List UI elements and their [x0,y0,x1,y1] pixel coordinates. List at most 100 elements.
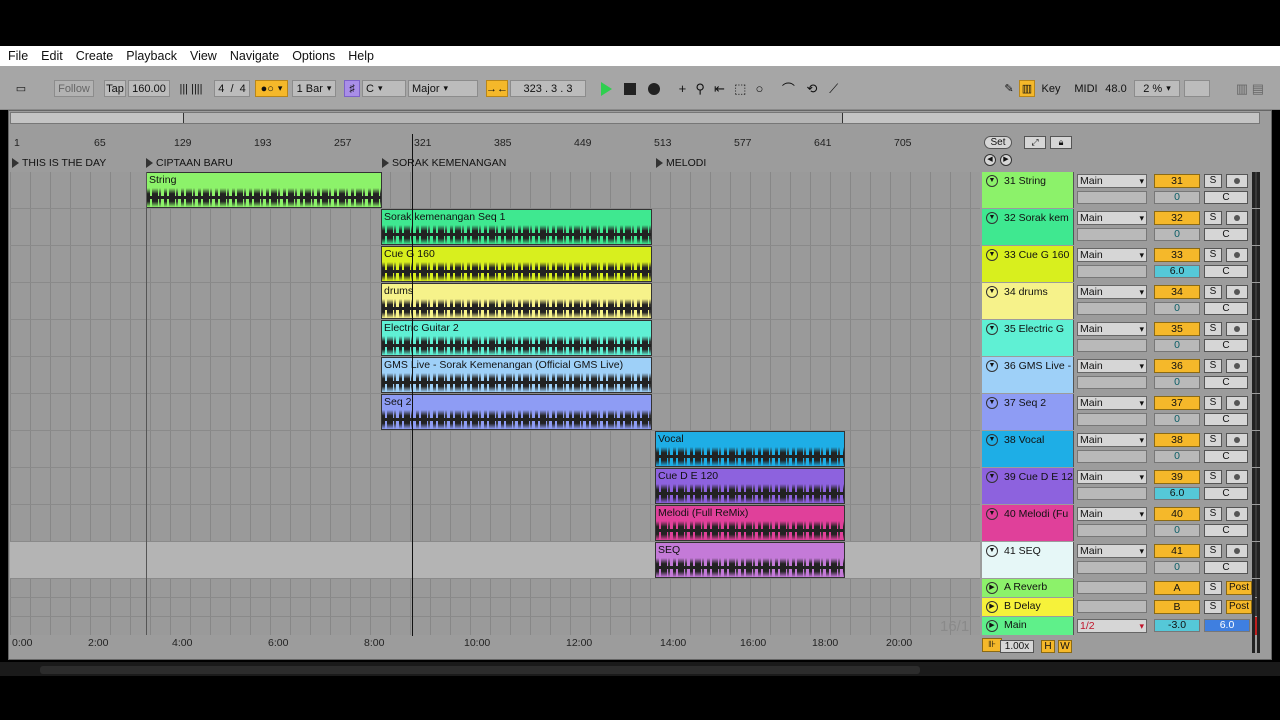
h-button[interactable]: H [1041,640,1055,653]
pan-field[interactable]: C [1204,413,1248,426]
time-ruler[interactable]: 0:00 2:00 4:00 6:00 8:00 10:00 12:00 14:… [10,637,976,651]
volume-field[interactable]: 0 [1154,524,1200,537]
collapse-icon[interactable]: ◀ [984,154,996,166]
track-activator[interactable]: 39 [1154,470,1200,484]
track-activator[interactable]: 36 [1154,359,1200,373]
return-track-b-delay[interactable]: ▶ B Delay B S Post [982,598,1268,634]
output-routing-select[interactable]: Main [1077,544,1147,558]
track-header-35-electric-g[interactable]: ▼ 35 Electric G Main 35 0 S C [982,320,1268,357]
play-icon[interactable]: ▶ [986,620,998,632]
stop-button[interactable] [620,80,640,97]
pan-field[interactable]: C [1204,561,1248,574]
nudge-icon[interactable]: ||| |||| [174,80,208,97]
track-activator[interactable]: 41 [1154,544,1200,558]
track-header-39-cue-d-e-12[interactable]: ▼ 39 Cue D E 12 Main 39 6.0 S C [982,468,1268,505]
clip-gms-live[interactable]: GMS Live - Sorak Kemenangan (Official GM… [381,357,652,393]
arrangement-view[interactable]: String Sorak kemenangan Seq 1 Cue G 160 … [10,172,980,635]
master-pan-field[interactable]: 6.0 [1204,619,1250,632]
clip-seq[interactable]: SEQ [655,542,845,578]
routing-field[interactable] [1077,581,1147,594]
output-routing-select[interactable]: Main [1077,507,1147,521]
output-routing-select[interactable]: Main [1077,285,1147,299]
volume-field[interactable]: 0 [1154,339,1200,352]
playhead[interactable] [412,134,413,636]
menu-help[interactable]: Help [348,49,374,63]
position-field[interactable]: 323 . 3 . 3 [510,80,586,97]
expand-icon[interactable]: ⤢ [1024,136,1046,149]
track-header-40-melodi-fu[interactable]: ▼ 40 Melodi (Fu Main 40 0 S C [982,505,1268,542]
sub-routing-field[interactable] [1077,487,1147,500]
key-select[interactable]: C [362,80,406,97]
play-button[interactable] [596,80,616,97]
track-name-area[interactable]: ▼ 33 Cue G 160 [982,246,1074,282]
master-track[interactable]: ▶ Main 1/2 -3.0 6.0 [982,617,1268,653]
fold-icon[interactable]: ▼ [986,397,998,409]
clip-vocal[interactable]: Vocal [655,431,845,467]
solo-button[interactable]: S [1204,174,1222,188]
sub-routing-field[interactable] [1077,524,1147,537]
track-activator[interactable]: B [1154,600,1200,614]
clip-string[interactable]: String [146,172,382,208]
track-activator[interactable]: A [1154,581,1200,595]
track-name-area[interactable]: ▼ 40 Melodi (Fu [982,505,1074,541]
play-icon[interactable]: ▶ [986,601,998,613]
track-header-36-gms-live[interactable]: ▼ 36 GMS Live - Main 36 0 S C [982,357,1268,394]
track-activator[interactable]: 37 [1154,396,1200,410]
sub-routing-field[interactable] [1077,265,1147,278]
pan-field[interactable]: C [1204,339,1248,352]
play-icon[interactable]: ▶ [986,582,998,594]
track-header-33-cue-g-160[interactable]: ▼ 33 Cue G 160 Main 33 6.0 S C [982,246,1268,283]
layout-icon[interactable]: ▥ ▤ [1230,80,1270,97]
pan-field[interactable]: C [1204,302,1248,315]
beat-ruler[interactable]: 1 65 129 193 257 321 385 449 513 577 641… [10,134,976,150]
fold-icon[interactable]: ▼ [986,545,998,557]
pan-field[interactable]: C [1204,191,1248,204]
solo-button[interactable]: S [1204,544,1222,558]
fold-icon[interactable]: ▼ [986,360,998,372]
fold-icon[interactable]: ▼ [986,471,998,483]
set-button[interactable]: Set [984,136,1012,149]
arm-button[interactable] [1226,174,1248,188]
cpu-meter[interactable]: 2 % [1134,80,1180,97]
arm-button[interactable] [1226,507,1248,521]
draw-icon[interactable]: ⚲ [695,81,705,97]
tap-tempo-button[interactable]: Tap [104,80,126,97]
output-routing-select[interactable]: Main [1077,322,1147,336]
tempo-field[interactable]: 160.00 [128,80,170,97]
w-button[interactable]: W [1058,640,1072,653]
pan-field[interactable]: C [1204,228,1248,241]
capture-icon[interactable]: ⬚ [734,81,746,97]
sub-routing-field[interactable] [1077,376,1147,389]
sub-routing-field[interactable] [1077,191,1147,204]
output-routing-select[interactable]: Main [1077,470,1147,484]
track-name-area[interactable]: ▶ A Reverb [982,579,1074,597]
menu-view[interactable]: View [190,49,217,63]
key-map-button[interactable]: Key [1040,80,1062,97]
clip-drums[interactable]: drums [381,283,652,319]
metronome-button[interactable]: ●○ [255,80,288,97]
track-header-41-seq[interactable]: ▼ 41 SEQ Main 41 0 S C [982,542,1268,579]
arm-button[interactable] [1226,359,1248,373]
track-header-31-string[interactable]: ▼ 31 String Main 31 0 S C [982,172,1268,209]
arm-button[interactable] [1226,433,1248,447]
loop-switch-icon[interactable]: ⟲ [807,81,818,97]
menu-create[interactable]: Create [76,49,114,63]
menu-edit[interactable]: Edit [41,49,63,63]
track-header-34-drums[interactable]: ▼ 34 drums Main 34 0 S C [982,283,1268,320]
punch-icon[interactable]: ⟋ [829,81,838,97]
solo-button[interactable]: S [1204,396,1222,410]
clip-cue-g[interactable]: Cue G 160 [381,246,652,282]
arm-button[interactable] [1226,470,1248,484]
solo-button[interactable]: S [1204,322,1222,336]
sub-routing-field[interactable] [1077,228,1147,241]
track-activator[interactable]: 35 [1154,322,1200,336]
pan-field[interactable]: C [1204,524,1248,537]
loop-icon[interactable]: ○ [756,81,764,96]
quantization-select[interactable]: 1 Bar [292,80,336,97]
arm-button[interactable] [1226,322,1248,336]
post-button[interactable]: Post [1226,581,1252,595]
menu-file[interactable]: File [8,49,28,63]
follow-button[interactable]: Follow [54,80,94,97]
clip-sorak-seq1[interactable]: Sorak kemenangan Seq 1 [381,209,652,245]
solo-button[interactable]: S [1204,507,1222,521]
